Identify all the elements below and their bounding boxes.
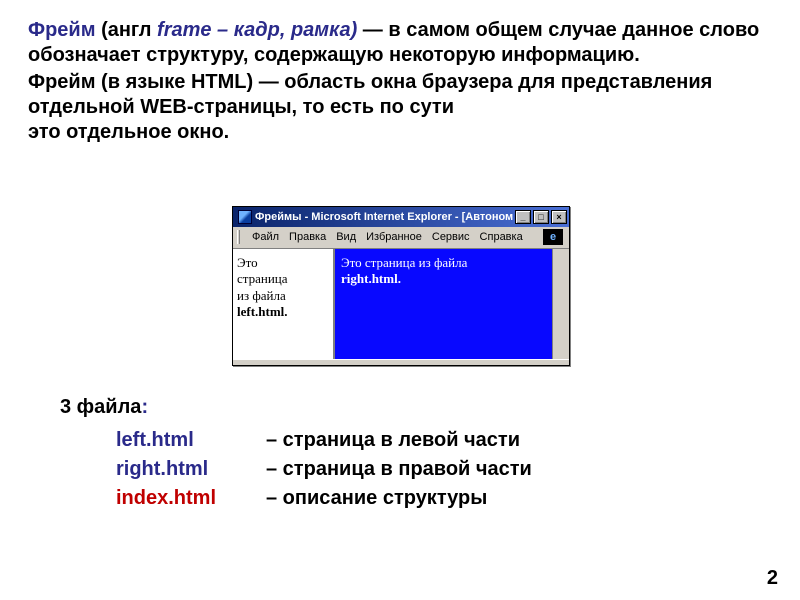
term-italic: frame – кадр, рамка) (157, 19, 357, 41)
table-row: right.html – страница в правой части (116, 455, 532, 484)
frame-right: Это страница из файла right.html. (335, 249, 569, 359)
file-name: index.html (116, 484, 266, 513)
menu-tools[interactable]: Сервис (432, 231, 470, 243)
file-desc: – страница в левой части (266, 426, 520, 455)
right-frame-line: Это страница из файла (341, 255, 563, 271)
page-number: 2 (767, 567, 778, 590)
paren-prefix: (англ (101, 19, 157, 41)
definition-2: Фрейм (в языке HTML) — область окна брау… (28, 70, 772, 120)
left-frame-line: из файла (237, 288, 329, 304)
ie-logo-icon: e (543, 229, 563, 245)
statusbar (233, 359, 569, 365)
files-label-text: 3 файла (60, 396, 141, 418)
close-button[interactable]: × (551, 210, 567, 224)
left-frame-line: Это (237, 255, 329, 271)
left-frame-line: left.html. (237, 304, 329, 320)
menu-view[interactable]: Вид (336, 231, 356, 243)
files-table: left.html – страница в левой части right… (116, 426, 532, 513)
maximize-button[interactable]: □ (533, 210, 549, 224)
definition-2-tail: это отдельное окно. (28, 120, 772, 145)
menubar: Файл Правка Вид Избранное Сервис Справка… (233, 227, 569, 249)
table-row: index.html – описание структуры (116, 484, 532, 513)
file-name: left.html (116, 426, 266, 455)
file-desc: – страница в правой части (266, 455, 532, 484)
definition-1: Фрейм (англ frame – кадр, рамка) — в сам… (28, 18, 772, 68)
titlebar: Фреймы - Microsoft Internet Explorer - [… (233, 207, 569, 227)
file-name: right.html (116, 455, 266, 484)
minimize-button[interactable]: _ (515, 210, 531, 224)
menu-favorites[interactable]: Избранное (366, 231, 422, 243)
menu-edit[interactable]: Правка (289, 231, 326, 243)
menu-file[interactable]: Файл (252, 231, 279, 243)
file-desc: – описание структуры (266, 484, 487, 513)
toolbar-handle-icon (237, 230, 240, 244)
browser-window: Фреймы - Microsoft Internet Explorer - [… (232, 206, 570, 366)
menu-help[interactable]: Справка (480, 231, 523, 243)
term-frame: Фрейм (28, 19, 96, 41)
frame-left: Это страница из файла left.html. (233, 249, 335, 359)
window-title: Фреймы - Microsoft Internet Explorer - [… (255, 211, 513, 223)
table-row: left.html – страница в левой части (116, 426, 532, 455)
files-heading: 3 файла: (60, 396, 148, 419)
browser-content: Это страница из файла left.html. Это стр… (233, 249, 569, 359)
right-frame-line: right.html. (341, 271, 563, 287)
left-frame-line: страница (237, 271, 329, 287)
files-colon: : (141, 396, 148, 418)
app-icon (238, 210, 252, 224)
